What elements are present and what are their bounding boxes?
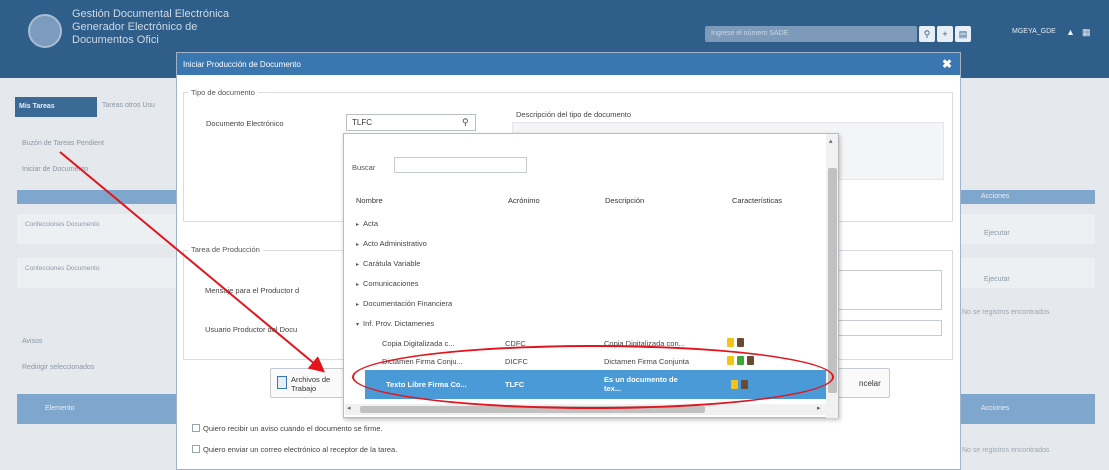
archivos-trabajo-label: Archivos de Trabajo [291,375,331,393]
archivos-trabajo-button[interactable]: Archivos de Trabajo [270,368,346,398]
tree-group-acto-administrativo[interactable]: ▸ Acto Administrativo [356,239,427,248]
documento-electronico-label: Documento Electrónico [206,119,284,128]
app-title-line3: Documentos Ofici [72,34,159,46]
app-title: Gestión Documental Electrónica Generador… [72,8,272,47]
cancelar-label: ncelar [859,379,881,388]
link-iniciar-documento[interactable]: Iniciar de Documento [22,166,88,173]
grid2-header-elemento: Elemento [17,394,185,424]
tree-group-caratula-variable[interactable]: ▸ Carátula Variable [356,259,420,268]
table-row-actions [955,258,1095,288]
enviar-correo-label: Quiero enviar un correo electrónico al r… [203,445,398,454]
sign-icon [737,338,744,347]
tab-mis-tareas[interactable]: Mis Tareas [15,97,97,117]
tipo-documento-legend: Tipo de documento [188,88,258,97]
row-name: Confecciones Documento [25,265,100,272]
attachment-icon [277,376,287,389]
row-cdfc-nombre[interactable]: Copia Digitalizada c... [382,339,455,348]
app-title-line2: Generador Electrónico de [72,21,198,33]
annotation-highlight-ellipse [352,345,834,409]
vertical-scrollbar-thumb[interactable] [828,168,837,393]
scroll-right-arrow-icon[interactable]: ▸ [817,404,821,412]
scroll-up-arrow-icon[interactable]: ▴ [829,137,833,145]
expand-arrow-icon: ▸ [356,282,360,288]
search-icon[interactable]: ⚲ [919,26,935,42]
mensaje-productor-label: Mensaje para el Productor d [205,286,300,295]
tarea-produccion-legend: Tarea de Producción [188,245,263,254]
tab-tareas-otros[interactable]: Tareas otros Usu [102,102,155,109]
pager-status-2: No se registros encontrados [962,447,1050,454]
expand-arrow-icon: ▸ [356,302,360,308]
ejecutar-select[interactable]: Ejecutar [984,230,1010,237]
column-header-caracteristicas[interactable]: Características [732,196,782,205]
documento-electronico-input[interactable]: TLFC [346,114,476,131]
tree-group-label: Comunicaciones [363,279,419,288]
table-row-actions [955,214,1095,244]
tree-group-comunicaciones[interactable]: ▸ Comunicaciones [356,279,418,288]
column-header-acronimo[interactable]: Acrónimo [508,196,540,205]
tree-group-label: Acto Administrativo [363,239,427,248]
descripcion-tipo-label: Descripción del tipo de documento [516,110,632,119]
government-logo-icon [28,14,62,48]
avisos-label: Avisos [22,338,43,345]
global-search-input[interactable]: Ingrese el número SADE [705,26,917,42]
search-icon[interactable]: ⚲ [462,117,469,128]
cancelar-button[interactable]: ncelar [830,368,890,398]
close-icon[interactable]: ✖ [942,57,952,71]
dialog-header: Iniciar Producción de Documento ✖ [177,53,960,75]
user-name[interactable]: MGEYA_GDE [1012,28,1056,35]
buscar-label: Buscar [352,163,376,172]
grid2-header-acciones: Acciones [955,394,1095,424]
usuario-productor-label: Usuario Productor del Docu [205,325,298,334]
tree-group-acta[interactable]: ▸ Acta [356,219,378,228]
enviar-correo-checkbox[interactable] [192,445,200,453]
row-name: Confecciones Documento [25,221,100,228]
dialog-title: Iniciar Producción de Documento [183,60,301,69]
tasks-grid-header [17,190,185,204]
tree-group-label: Documentación Financiera [363,299,453,308]
tree-group-label: Carátula Variable [363,259,421,268]
tree-group-label: Inf. Prov. Dictamenes [363,319,435,328]
ejecutar-select[interactable]: Ejecutar [984,276,1010,283]
menu-icon[interactable]: ▦ [1082,27,1092,38]
app-title-line1: Gestión Documental Electrónica [72,8,230,20]
link-buzon-tareas[interactable]: Buzón de Tareas Pendient [22,140,104,147]
tree-group-documentacion-financiera[interactable]: ▸ Documentación Financiera [356,299,452,308]
column-header-nombre[interactable]: Nombre [356,196,383,205]
add-icon[interactable]: + [937,26,953,42]
recibir-aviso-checkbox[interactable] [192,424,200,432]
expand-arrow-icon: ▸ [356,262,360,268]
tree-group-inf-prov-dictamenes[interactable]: ▾ Inf. Prov. Dictamenes [356,319,434,328]
expand-arrow-icon: ▸ [356,242,360,248]
pager-status: No se registros encontrados [962,309,1050,316]
buscar-input[interactable] [394,157,527,173]
table-row[interactable]: Confecciones Documento [17,214,185,244]
collapse-arrow-icon: ▾ [356,322,360,328]
table-row[interactable]: Confecciones Documento [17,258,185,288]
redirigir-button[interactable]: Redirigir seleccionados [22,364,94,371]
tree-group-label: Acta [363,219,379,228]
help-icon [727,338,734,347]
document-icon[interactable]: ▤ [955,26,971,42]
user-icon[interactable]: ▲ [1066,27,1076,38]
scroll-left-arrow-icon[interactable]: ◂ [347,404,351,412]
recibir-aviso-label: Quiero recibir un aviso cuando el docume… [203,424,383,433]
column-header-descripcion[interactable]: Descripción [605,196,644,205]
expand-arrow-icon: ▸ [356,222,360,228]
grid-header-acciones: Acciones [955,190,1095,204]
